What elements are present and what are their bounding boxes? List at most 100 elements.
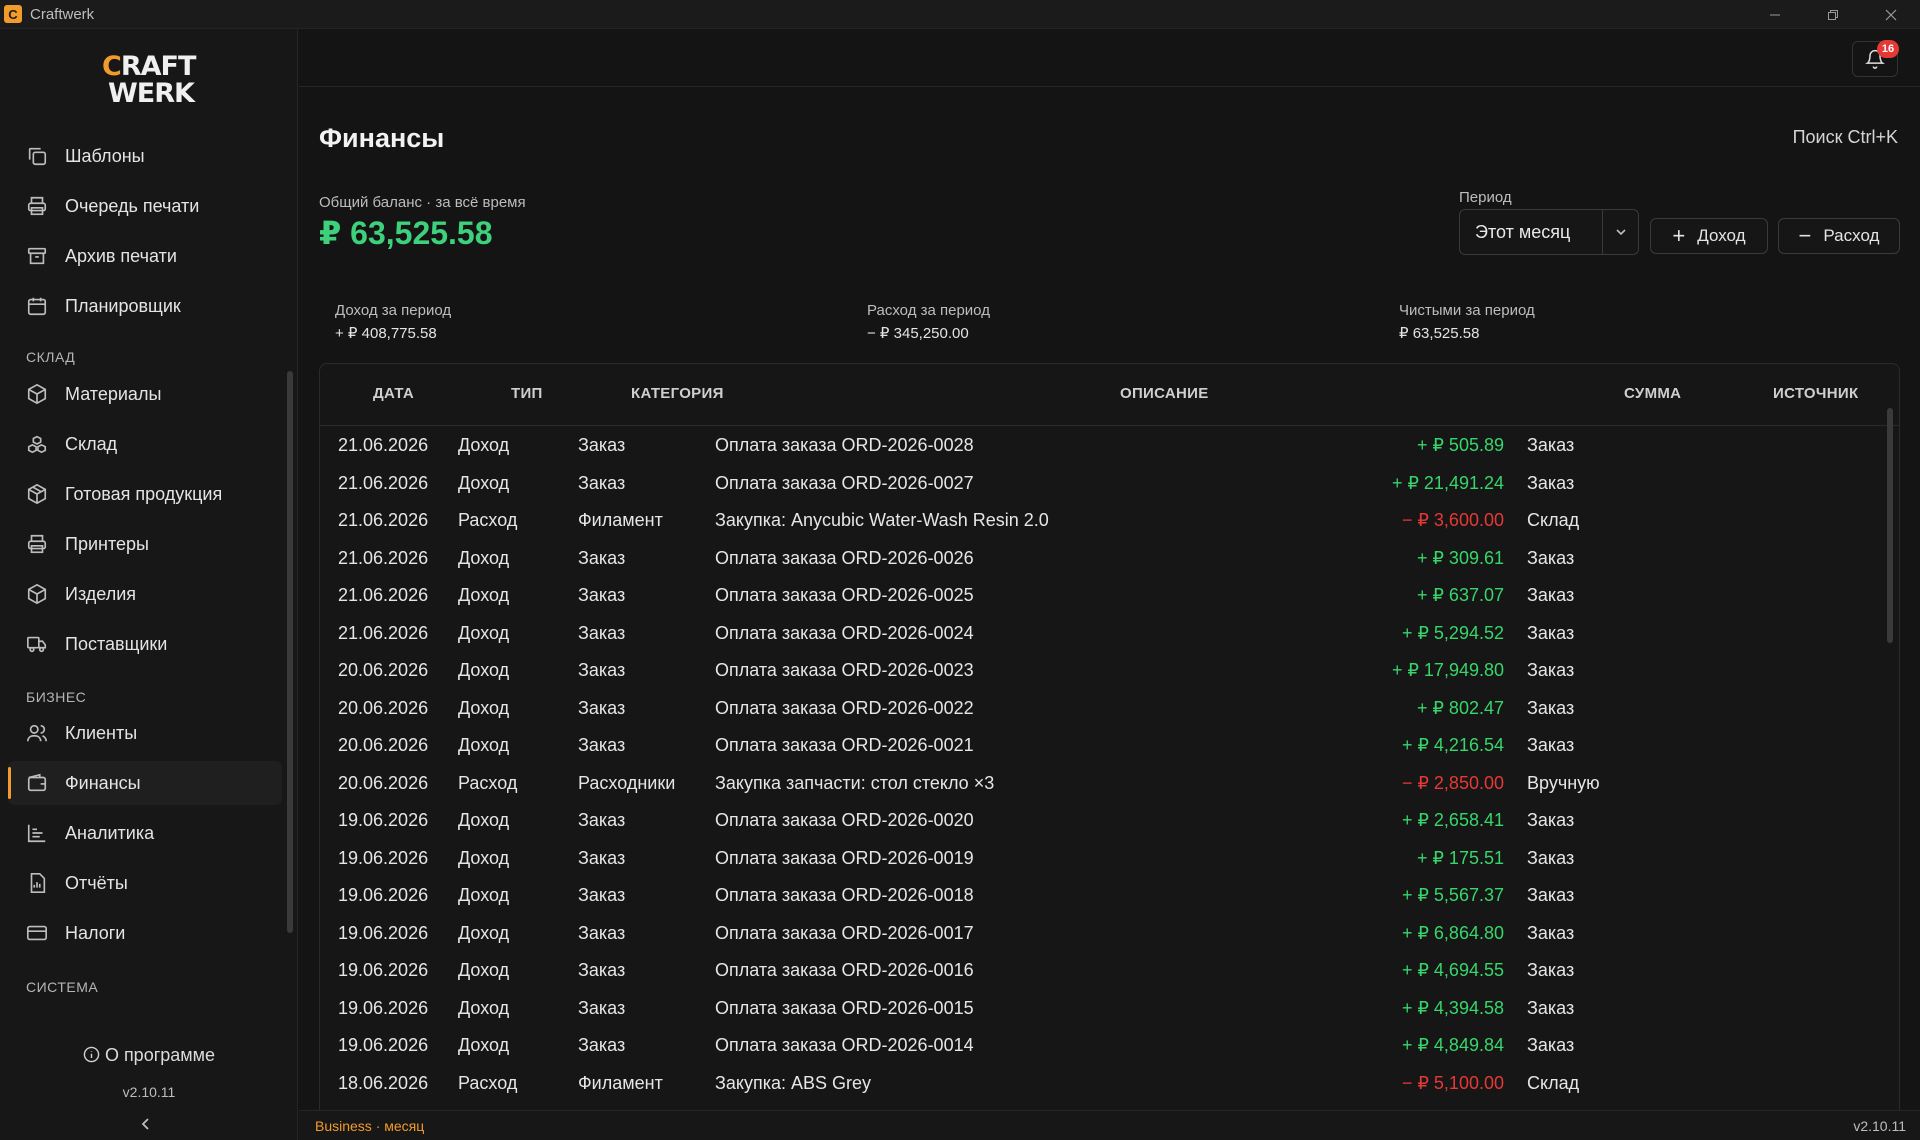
- printer-icon: [25, 194, 49, 218]
- package-icon: [25, 482, 49, 506]
- column-header-type[interactable]: ТИП: [511, 385, 543, 402]
- add-income-button[interactable]: + Доход: [1650, 218, 1768, 254]
- cell-category: Филамент: [578, 1072, 663, 1093]
- add-income-label: Доход: [1697, 226, 1746, 245]
- sidebar-version: v2.10.11: [122, 1084, 176, 1100]
- table-row[interactable]: 20.06.2026 Доход Заказ Оплата заказа ORD-20…: [320, 728, 1880, 765]
- restore-button[interactable]: [1804, 0, 1862, 29]
- cell-type: Доход: [458, 997, 510, 1018]
- cell-description: Оплата заказа ORD-2026-0017: [715, 922, 974, 943]
- sidebar-item-warehouse[interactable]: Склад: [8, 422, 282, 466]
- cell-description: Оплата заказа ORD-2026-0015: [715, 997, 974, 1018]
- table-row[interactable]: 19.06.2026 Доход Заказ Оплата заказа ORD-20…: [320, 916, 1880, 953]
- close-window-button[interactable]: [1862, 0, 1920, 29]
- cell-category: Заказ: [578, 697, 626, 718]
- cell-date: 19.06.2026: [338, 810, 429, 830]
- sidebar-item-label: Принтеры: [65, 533, 149, 554]
- report-icon: [25, 871, 49, 895]
- table-row[interactable]: 19.06.2026 Доход Заказ Оплата заказа ORD-20…: [320, 991, 1880, 1028]
- sidebar-item-products[interactable]: Изделия: [8, 572, 282, 616]
- cell-source: Заказ: [1527, 960, 1575, 980]
- table-row[interactable]: 19.06.2026 Доход Заказ Оплата заказа ORD-20…: [320, 878, 1880, 915]
- section-warehouse: СКЛАД: [26, 349, 76, 365]
- cell-source: Заказ: [1527, 585, 1575, 605]
- page-title: Финансы: [319, 123, 445, 153]
- cell-date: 21.06.2026: [338, 472, 429, 493]
- stat-net-value: ₽ 63,525.58: [1399, 325, 1480, 342]
- sidebar-item-clients[interactable]: Клиенты: [8, 711, 282, 755]
- collapse-sidebar-button[interactable]: [140, 1115, 152, 1136]
- cell-source: Вручную: [1527, 772, 1600, 793]
- period-value: Этот месяц: [1475, 221, 1571, 242]
- status-bar: Business · месяц v2.10.11: [299, 1110, 1920, 1140]
- sidebar-scrollbar[interactable]: [287, 371, 293, 933]
- cell-amount: + ₽ 4,394.58: [1401, 997, 1504, 1018]
- column-header-source[interactable]: ИСТОЧНИК: [1773, 385, 1858, 402]
- table-row[interactable]: 19.06.2026 Доход Заказ Оплата заказа ORD-20…: [320, 803, 1880, 840]
- cell-amount: − ₽ 5,100.00: [1401, 1072, 1504, 1093]
- main-content: 16 Финансы Поиск Ctrl+K Общий баланс · з…: [299, 29, 1920, 1140]
- cube-icon: [25, 582, 49, 606]
- cell-source: Заказ: [1527, 997, 1575, 1018]
- table-row[interactable]: 18.06.2026 Расход Филамент Закупка: ABS Gre…: [320, 1066, 1880, 1103]
- table-header: ДАТА ТИП КАТЕГОРИЯ ОПИСАНИЕ СУММА ИСТОЧН…: [320, 364, 1899, 426]
- column-header-description[interactable]: ОПИСАНИЕ: [1120, 385, 1209, 402]
- stat-expense-value: − ₽ 345,250.00: [867, 325, 969, 342]
- chevron-down-icon[interactable]: [1602, 210, 1638, 254]
- cell-amount: + ₽ 175.51: [1416, 847, 1504, 868]
- table-scrollbar[interactable]: [1887, 408, 1893, 643]
- table-row[interactable]: 19.06.2026 Доход Заказ Оплата заказа ORD-20…: [320, 1028, 1880, 1065]
- table-row[interactable]: 21.06.2026 Доход Заказ Оплата заказа ORD-20…: [320, 428, 1880, 465]
- period-select[interactable]: Этот месяц: [1459, 209, 1639, 255]
- sidebar-item-scheduler[interactable]: Планировщик: [8, 284, 282, 328]
- table-row[interactable]: 19.06.2026 Доход Заказ Оплата заказа ORD-20…: [320, 841, 1880, 878]
- truck-icon: [25, 632, 49, 656]
- table-row[interactable]: 21.06.2026 Доход Заказ Оплата заказа ORD-20…: [320, 541, 1880, 578]
- cell-amount: + ₽ 17,949.80: [1391, 660, 1504, 680]
- table-row[interactable]: 21.06.2026 Доход Заказ Оплата заказа ORD-20…: [320, 578, 1880, 615]
- cell-description: Закупка запчасти: стол стекло ×3: [715, 772, 995, 793]
- sidebar-item-analytics[interactable]: Аналитика: [8, 811, 282, 855]
- table-row[interactable]: 20.06.2026 Доход Заказ Оплата заказа ORD-20…: [320, 653, 1880, 690]
- cell-amount: + ₽ 505.89: [1416, 435, 1504, 455]
- sidebar-item-printers[interactable]: Принтеры: [8, 522, 282, 566]
- about-link[interactable]: О программе: [0, 1045, 298, 1066]
- window-title: Craftwerk: [30, 5, 95, 23]
- column-header-category[interactable]: КАТЕГОРИЯ: [631, 385, 724, 402]
- sidebar-item-suppliers[interactable]: Поставщики: [8, 622, 282, 666]
- table-row[interactable]: 20.06.2026 Расход Расходники Закупка запчас…: [320, 766, 1880, 803]
- table-row[interactable]: 21.06.2026 Доход Заказ Оплата заказа ORD-20…: [320, 466, 1880, 503]
- sidebar-item-reports[interactable]: Отчёты: [8, 861, 282, 905]
- column-header-date[interactable]: ДАТА: [373, 385, 414, 402]
- cell-description: Оплата заказа ORD-2026-0014: [715, 1035, 974, 1055]
- window-controls: [1746, 0, 1920, 29]
- add-expense-label: Расход: [1823, 226, 1880, 245]
- cell-date: 19.06.2026: [338, 960, 429, 980]
- minimize-button[interactable]: [1746, 0, 1804, 29]
- add-expense-button[interactable]: − Расход: [1778, 218, 1900, 254]
- sidebar-item-finished-products[interactable]: Готовая продукция: [8, 472, 282, 516]
- table-row[interactable]: 21.06.2026 Доход Заказ Оплата заказа ORD-20…: [320, 616, 1880, 653]
- sidebar-item-materials[interactable]: Материалы: [8, 372, 282, 416]
- table-row[interactable]: 19.06.2026 Доход Заказ Оплата заказа ORD-20…: [320, 953, 1880, 990]
- card-icon: [25, 921, 49, 945]
- table-row[interactable]: 20.06.2026 Доход Заказ Оплата заказа ORD-20…: [320, 691, 1880, 728]
- sidebar-item-print-archive[interactable]: Архив печати: [8, 234, 282, 278]
- app-version: v2.10.11: [1853, 1118, 1906, 1134]
- notifications-button[interactable]: 16: [1852, 40, 1899, 77]
- minus-icon: −: [1798, 223, 1812, 248]
- table-row[interactable]: 21.06.2026 Расход Филамент Закупка: Anycubi…: [320, 503, 1880, 540]
- sidebar-item-templates[interactable]: Шаблоны: [8, 134, 282, 178]
- sidebar-item-print-queue[interactable]: Очередь печати: [8, 184, 282, 228]
- sidebar-item-label: Очередь печати: [65, 195, 200, 216]
- stat-income: Доход за период + ₽ 408,775.58: [335, 302, 451, 342]
- sidebar-item-taxes[interactable]: Налоги: [8, 911, 282, 955]
- cell-date: 21.06.2026: [338, 435, 429, 455]
- column-header-amount[interactable]: СУММА: [1624, 385, 1681, 402]
- plan-label: Business · месяц: [315, 1118, 425, 1134]
- cell-type: Расход: [458, 1072, 518, 1093]
- sidebar-item-finance[interactable]: Финансы: [8, 761, 282, 805]
- cell-description: Оплата заказа ORD-2026-0028: [715, 435, 974, 455]
- chart-icon: [25, 821, 49, 845]
- search-shortcut[interactable]: Поиск Ctrl+K: [1793, 127, 1898, 148]
